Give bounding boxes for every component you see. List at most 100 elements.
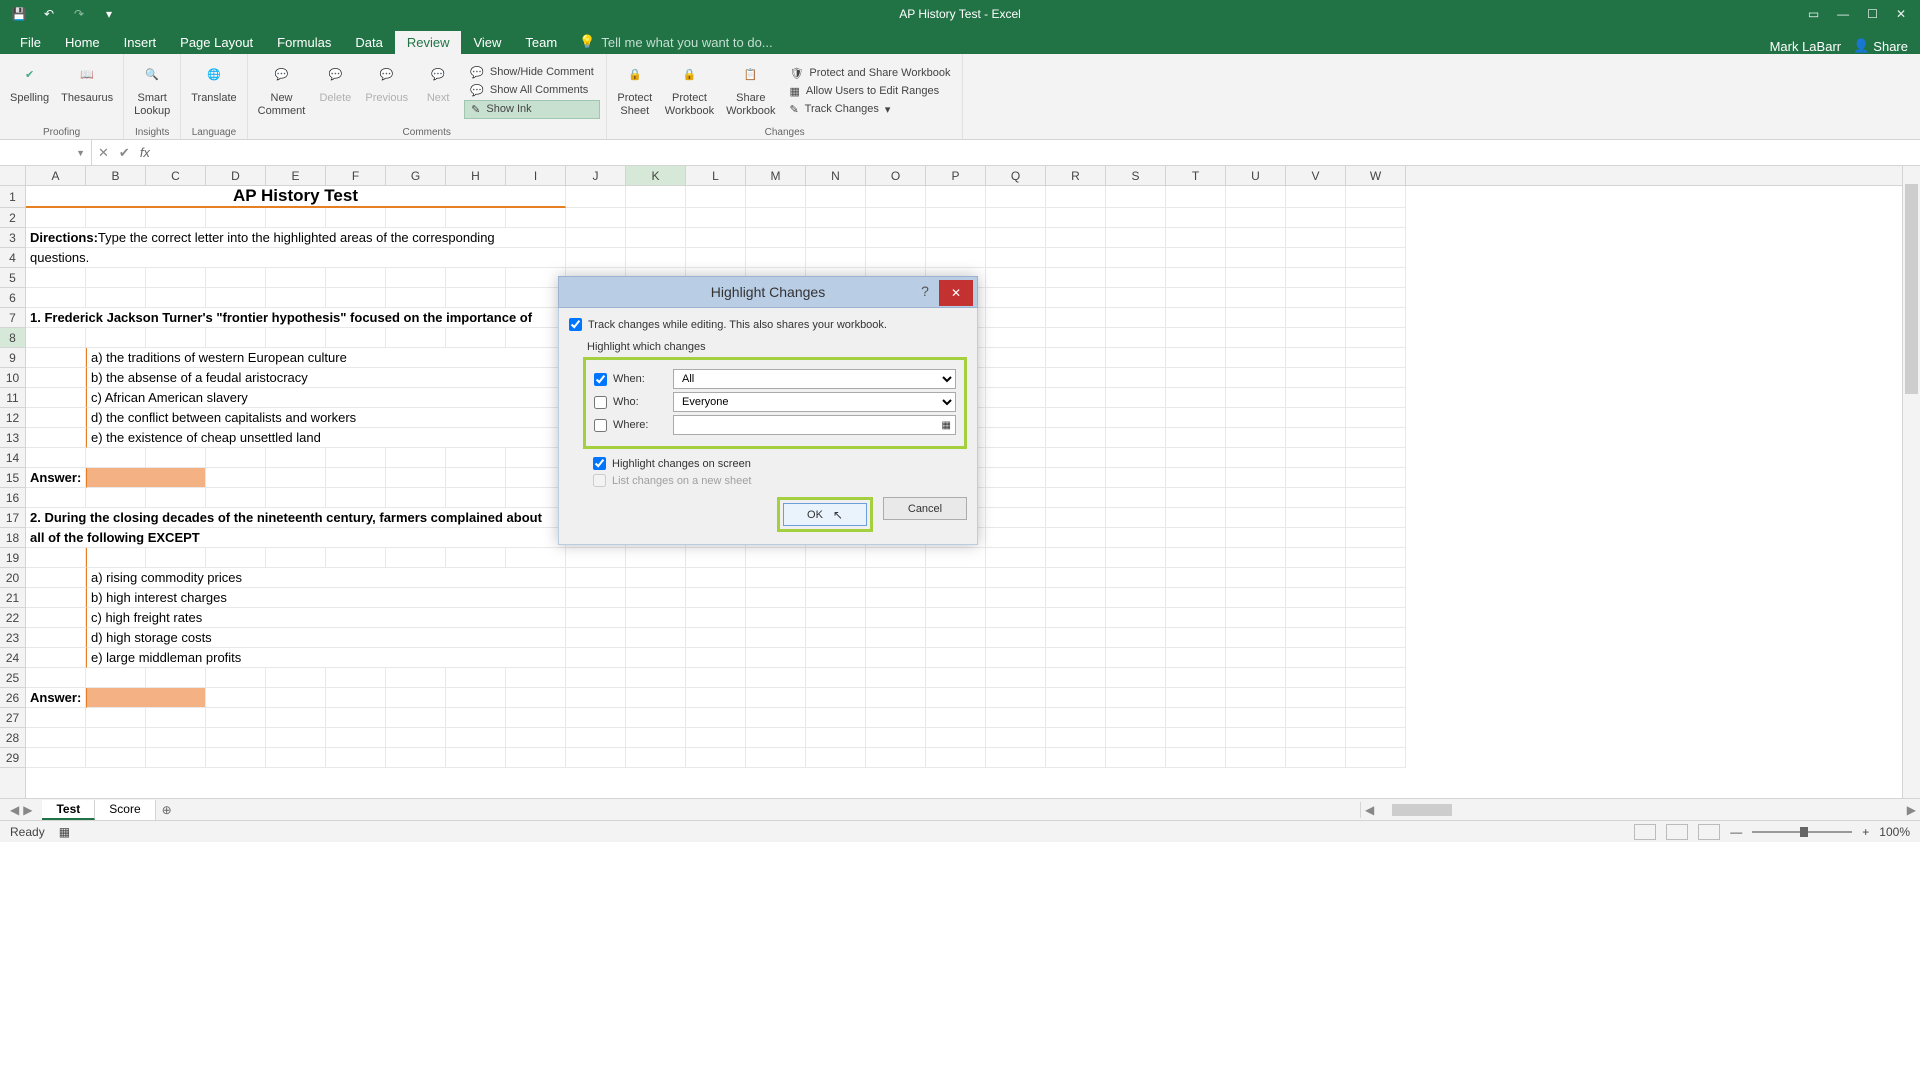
cell[interactable] (1046, 668, 1106, 688)
cell[interactable] (1346, 448, 1406, 468)
cell[interactable] (1346, 468, 1406, 488)
tab-team[interactable]: Team (513, 31, 569, 54)
cell[interactable] (1286, 568, 1346, 588)
cell[interactable] (326, 548, 386, 568)
when-checkbox[interactable] (594, 373, 607, 386)
cell[interactable] (806, 548, 866, 568)
cell[interactable] (1106, 228, 1166, 248)
cell[interactable] (1166, 728, 1226, 748)
row-header[interactable]: 3 (0, 228, 25, 248)
cell[interactable] (26, 568, 86, 588)
cell[interactable] (86, 548, 146, 568)
cell[interactable] (1046, 428, 1106, 448)
cell[interactable] (986, 568, 1046, 588)
cell[interactable] (1286, 468, 1346, 488)
cell[interactable] (1106, 328, 1166, 348)
cell[interactable] (206, 468, 266, 488)
cell[interactable] (626, 548, 686, 568)
cell[interactable] (266, 328, 326, 348)
cell[interactable] (26, 268, 86, 288)
cell[interactable] (926, 648, 986, 668)
cell[interactable] (1106, 708, 1166, 728)
where-input[interactable]: ▦ (673, 415, 956, 435)
cell[interactable] (1226, 328, 1286, 348)
cell[interactable] (1226, 488, 1286, 508)
horizontal-scrollbar[interactable]: ◀ ▶ (1360, 802, 1920, 818)
cell[interactable] (926, 728, 986, 748)
cell[interactable] (1286, 228, 1346, 248)
cell[interactable] (746, 208, 806, 228)
cell[interactable] (506, 708, 566, 728)
username[interactable]: Mark LaBarr (1770, 39, 1842, 54)
cell[interactable] (1166, 348, 1226, 368)
row-header[interactable]: 8 (0, 328, 25, 348)
tab-nav-next-icon[interactable]: ▶ (23, 803, 32, 817)
cell[interactable] (926, 668, 986, 688)
cell[interactable] (986, 428, 1046, 448)
cell[interactable] (1046, 748, 1106, 768)
show-all-comments-button[interactable]: 💬Show All Comments (464, 82, 600, 99)
cell[interactable] (866, 208, 926, 228)
cell[interactable] (1286, 268, 1346, 288)
cell[interactable] (986, 248, 1046, 268)
cell[interactable] (866, 568, 926, 588)
cell[interactable] (26, 728, 86, 748)
cell[interactable] (86, 688, 206, 708)
cell[interactable] (1286, 328, 1346, 348)
cell[interactable] (626, 208, 686, 228)
cell[interactable] (86, 288, 146, 308)
cell[interactable] (806, 648, 866, 668)
protect-sheet-button[interactable]: 🔒 Protect Sheet (613, 56, 657, 126)
cell[interactable] (386, 728, 446, 748)
range-select-icon[interactable]: ▦ (942, 420, 951, 431)
cell[interactable] (746, 688, 806, 708)
cell[interactable] (1106, 408, 1166, 428)
cell[interactable] (266, 668, 326, 688)
cell[interactable] (1346, 186, 1406, 208)
cell[interactable] (986, 608, 1046, 628)
cell[interactable] (506, 728, 566, 748)
cell[interactable] (1346, 368, 1406, 388)
cell[interactable] (1286, 388, 1346, 408)
cell[interactable] (986, 268, 1046, 288)
row-header[interactable]: 1 (0, 186, 25, 208)
row-header[interactable]: 14 (0, 448, 25, 468)
cell[interactable] (1226, 688, 1286, 708)
cell[interactable] (206, 448, 266, 468)
cell[interactable] (26, 748, 86, 768)
cell[interactable] (1346, 748, 1406, 768)
select-all-corner[interactable] (0, 166, 26, 186)
ribbon-options-icon[interactable]: ▭ (1808, 7, 1819, 21)
cell[interactable] (1286, 186, 1346, 208)
cell[interactable] (1166, 186, 1226, 208)
row-headers[interactable]: 1234567891011121314151617181920212223242… (0, 186, 26, 798)
cell[interactable] (926, 608, 986, 628)
cell[interactable] (206, 288, 266, 308)
cell[interactable] (866, 228, 926, 248)
cell[interactable] (806, 248, 866, 268)
help-icon[interactable]: ? (915, 283, 935, 299)
cell[interactable] (746, 608, 806, 628)
cell[interactable] (446, 268, 506, 288)
cell[interactable] (266, 208, 326, 228)
cell[interactable] (626, 248, 686, 268)
who-select[interactable]: Everyone (673, 392, 956, 412)
cell[interactable] (326, 448, 386, 468)
cell[interactable] (86, 448, 146, 468)
cell[interactable] (746, 248, 806, 268)
cell[interactable] (686, 688, 746, 708)
cell[interactable] (326, 468, 386, 488)
tab-formulas[interactable]: Formulas (265, 31, 343, 54)
cell[interactable] (626, 708, 686, 728)
protect-share-button[interactable]: 🛡Protect and Share Workbook (783, 65, 956, 82)
row-header[interactable]: 11 (0, 388, 25, 408)
cell[interactable] (926, 688, 986, 708)
zoom-out-button[interactable]: — (1730, 825, 1742, 839)
col-header[interactable]: L (686, 166, 746, 185)
cell[interactable] (146, 728, 206, 748)
cell[interactable] (866, 248, 926, 268)
col-header[interactable]: T (1166, 166, 1226, 185)
cell[interactable] (1286, 348, 1346, 368)
cell[interactable] (566, 648, 626, 668)
cell[interactable] (986, 408, 1046, 428)
